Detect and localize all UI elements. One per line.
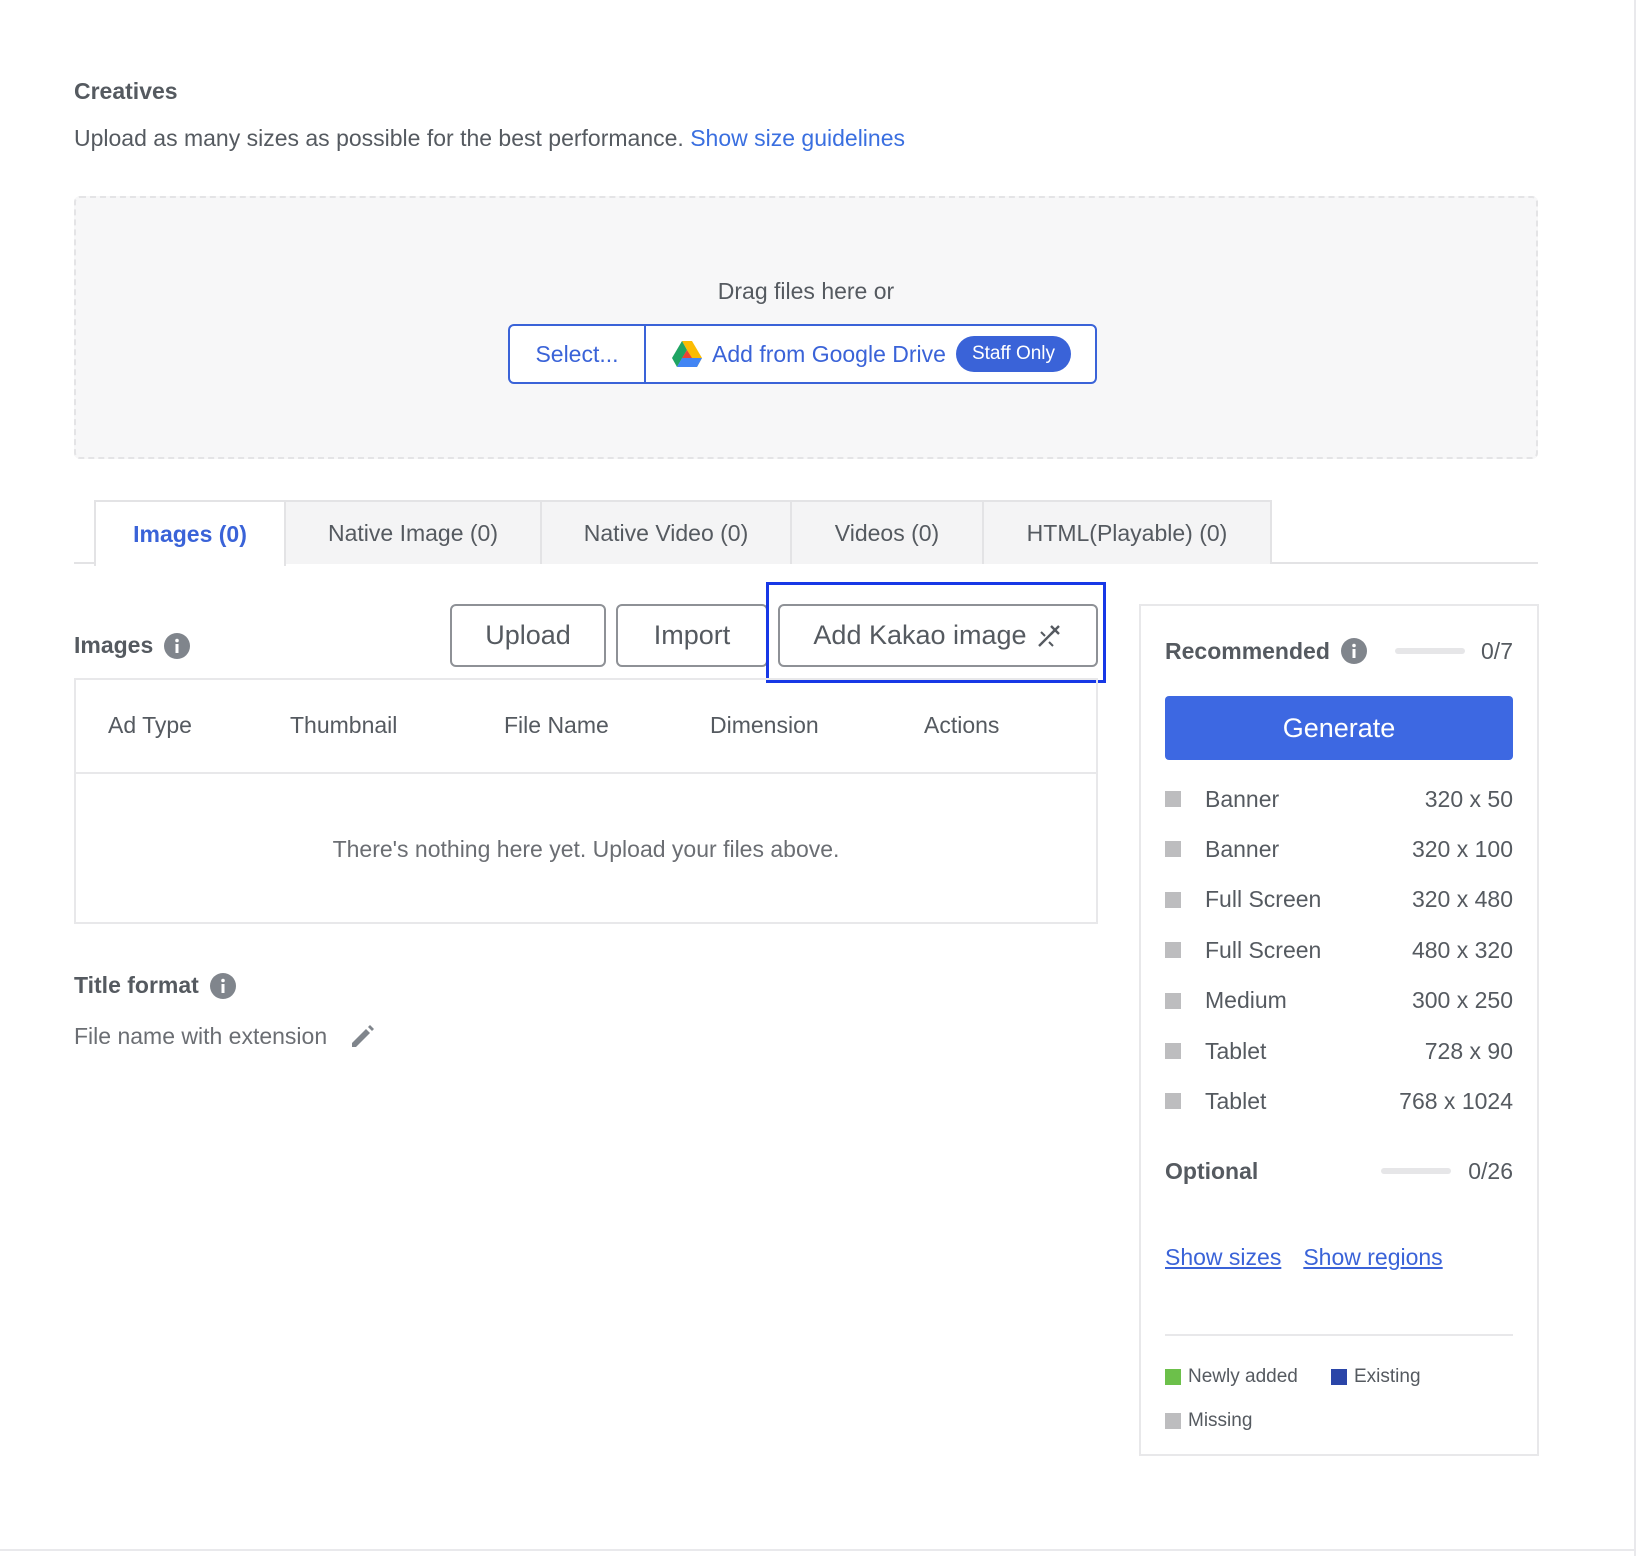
- legend-existing-label: Existing: [1354, 1366, 1421, 1387]
- size-dimension: 768 x 1024: [1399, 1087, 1513, 1114]
- optional-label: Optional: [1165, 1157, 1259, 1184]
- size-row: Banner 320 x 50: [1165, 784, 1513, 814]
- title-format-label: Title format: [74, 972, 199, 998]
- size-dimension: 728 x 90: [1424, 1037, 1513, 1064]
- info-icon[interactable]: [209, 972, 236, 999]
- sizes-panel: Recommended 0/7 Generate Banner 320 x 50 B…: [1139, 604, 1539, 1456]
- size-dimension: 300 x 250: [1411, 987, 1513, 1014]
- description-text: Upload as many sizes as possible for the…: [74, 125, 684, 151]
- empty-message: There's nothing here yet. Upload your fi…: [332, 836, 840, 862]
- optional-count: 0/26: [1468, 1157, 1513, 1184]
- tab-videos[interactable]: Videos (0): [792, 500, 984, 564]
- creative-tabs: Images (0) Native Image (0) Native Video…: [74, 500, 1538, 566]
- tab-native-video[interactable]: Native Video (0): [542, 500, 792, 564]
- column-actions: Actions: [924, 712, 1000, 738]
- size-dimension: 320 x 50: [1424, 785, 1513, 812]
- recommended-count: 0/7: [1481, 637, 1513, 664]
- size-type: Medium: [1205, 987, 1287, 1014]
- legend-newly-added-label: Newly added: [1188, 1366, 1298, 1387]
- recommended-label: Recommended: [1165, 637, 1330, 664]
- size-type: Banner: [1205, 785, 1280, 812]
- size-guidelines-link[interactable]: Show size guidelines: [690, 125, 905, 151]
- tab-html-playable[interactable]: HTML(Playable) (0): [984, 500, 1272, 564]
- column-thumbnail: Thumbnail: [290, 712, 398, 738]
- size-type: Tablet: [1205, 1037, 1267, 1064]
- legend-swatch-newly-added: [1165, 1369, 1181, 1385]
- size-type: Full Screen: [1205, 936, 1322, 963]
- pencil-icon[interactable]: [349, 1024, 375, 1050]
- bottom-edge: [0, 1549, 1636, 1551]
- size-status-square: [1165, 942, 1181, 959]
- legend-newly-added: Newly added: [1165, 1366, 1298, 1388]
- size-row: Banner 320 x 100: [1165, 834, 1513, 864]
- generate-button[interactable]: Generate: [1165, 696, 1513, 760]
- staff-only-badge: Staff Only: [955, 336, 1072, 372]
- size-dimension: 320 x 480: [1411, 886, 1513, 913]
- size-status-square: [1165, 1093, 1181, 1110]
- recommended-progress: [1395, 648, 1465, 654]
- column-ad-type: Ad Type: [108, 712, 192, 738]
- google-drive-icon: [672, 341, 702, 367]
- size-row: Medium 300 x 250: [1165, 986, 1513, 1016]
- panel-divider: [1165, 1334, 1513, 1336]
- panel-links: Show sizes Show regions: [1165, 1244, 1465, 1271]
- images-heading-text: Images: [74, 632, 154, 658]
- legend-swatch-missing: [1165, 1413, 1181, 1429]
- tab-native-image[interactable]: Native Image (0): [286, 500, 542, 564]
- size-row: Full Screen 320 x 480: [1165, 885, 1513, 915]
- page-title: Creatives: [74, 78, 178, 104]
- size-row: Full Screen 480 x 320: [1165, 935, 1513, 965]
- legend-existing: Existing: [1331, 1366, 1421, 1388]
- page-description: Upload as many sizes as possible for the…: [74, 125, 905, 152]
- table-header: Ad Type Thumbnail File Name Dimension Ac…: [76, 680, 1096, 774]
- recommended-row: Recommended 0/7: [1165, 634, 1513, 668]
- highlight-box: [766, 582, 1106, 683]
- import-button[interactable]: Import: [616, 604, 768, 667]
- drop-text: Drag files here or: [717, 278, 895, 304]
- images-table: Ad Type Thumbnail File Name Dimension Ac…: [74, 678, 1098, 924]
- file-picker-group: Select... Add from Google Drive Staff On…: [508, 324, 1098, 384]
- info-icon[interactable]: [164, 632, 191, 659]
- show-regions-link[interactable]: Show regions: [1303, 1244, 1442, 1271]
- upload-button[interactable]: Upload: [450, 604, 606, 667]
- show-sizes-link[interactable]: Show sizes: [1165, 1244, 1281, 1271]
- size-status-square: [1165, 841, 1181, 858]
- title-format-heading: Title format: [74, 972, 236, 999]
- size-status-square: [1165, 891, 1181, 908]
- file-dropzone[interactable]: Drag files here or Select... Add from Go…: [74, 196, 1538, 459]
- select-files-button[interactable]: Select...: [510, 326, 646, 382]
- tab-images[interactable]: Images (0): [94, 500, 286, 566]
- size-row: Tablet 768 x 1024: [1165, 1086, 1513, 1116]
- legend-missing: Missing: [1165, 1410, 1252, 1432]
- column-file-name: File Name: [504, 712, 609, 738]
- size-row: Tablet 728 x 90: [1165, 1036, 1513, 1066]
- size-type: Full Screen: [1205, 886, 1322, 913]
- google-drive-label: Add from Google Drive: [712, 340, 946, 367]
- size-status-square: [1165, 791, 1181, 807]
- optional-row: Optional 0/26: [1165, 1154, 1513, 1188]
- optional-progress: [1381, 1168, 1451, 1174]
- title-format-field: File name with extension: [74, 1023, 375, 1050]
- size-type: Tablet: [1205, 1087, 1267, 1114]
- legend-swatch-existing: [1331, 1369, 1347, 1385]
- images-heading: Images: [74, 632, 191, 659]
- size-type: Banner: [1205, 835, 1280, 862]
- google-drive-button[interactable]: Add from Google Drive Staff Only: [646, 326, 1095, 382]
- info-icon[interactable]: [1340, 638, 1367, 664]
- size-status-square: [1165, 992, 1181, 1009]
- title-format-value: File name with extension: [74, 1023, 328, 1049]
- right-edge: [1634, 0, 1636, 1556]
- size-dimension: 480 x 320: [1411, 936, 1513, 963]
- column-dimension: Dimension: [710, 712, 819, 738]
- size-dimension: 320 x 100: [1411, 835, 1513, 862]
- legend-missing-label: Missing: [1188, 1410, 1253, 1431]
- size-status-square: [1165, 1043, 1181, 1059]
